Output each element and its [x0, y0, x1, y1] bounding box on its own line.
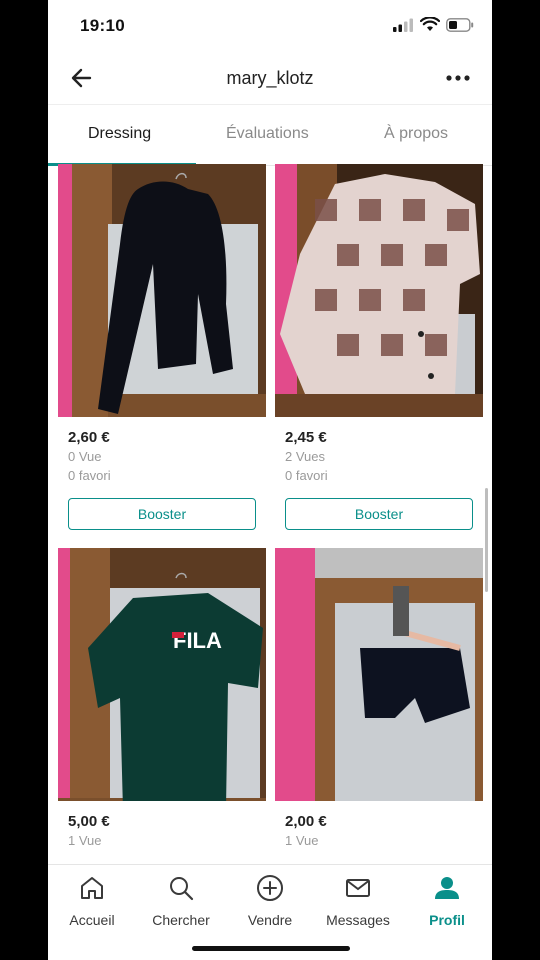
- nav-vendre[interactable]: Vendre: [226, 873, 314, 928]
- item-photo[interactable]: [275, 164, 483, 417]
- nav-chercher[interactable]: Chercher: [137, 873, 225, 928]
- username-title: mary_klotz: [226, 68, 314, 88]
- item-views: 0 Vue: [68, 449, 102, 464]
- battery-icon: [446, 17, 474, 32]
- booster-button[interactable]: Booster: [68, 498, 256, 530]
- item-card[interactable]: 2,45 € 2 Vues 0 favori Booster: [275, 164, 483, 530]
- tab-dressing[interactable]: Dressing: [88, 125, 151, 143]
- scrollbar[interactable]: [485, 488, 488, 592]
- item-photo[interactable]: FILA: [58, 548, 266, 801]
- item-price: 2,60 €: [68, 429, 110, 446]
- mail-icon: [346, 879, 370, 897]
- signal-icon: [393, 18, 413, 32]
- fila-logo-text: FILA: [173, 628, 222, 653]
- nav-label: Accueil: [69, 912, 115, 928]
- dressing-grid: 2,60 € 0 Vue 0 favori Booster 2,45 € 2 V…: [48, 164, 492, 864]
- item-photo[interactable]: [58, 164, 266, 417]
- item-price: 5,00 €: [68, 813, 110, 830]
- item-favorites: 0 favori: [68, 468, 111, 483]
- status-bar: 19:10: [48, 0, 492, 52]
- item-price: 2,45 €: [285, 429, 327, 446]
- status-time: 19:10: [80, 16, 125, 35]
- profile-header: mary_klotz: [48, 52, 492, 104]
- search-icon: [170, 877, 194, 901]
- item-price: 2,00 €: [285, 813, 327, 830]
- home-icon: [81, 877, 103, 899]
- person-icon: [435, 877, 459, 899]
- profile-tabs: Dressing Évaluations À propos: [48, 104, 492, 166]
- nav-label: Chercher: [152, 912, 210, 928]
- nav-label: Profil: [429, 912, 465, 928]
- item-favorites: 0 favori: [285, 468, 328, 483]
- booster-button[interactable]: Booster: [285, 498, 473, 530]
- tab-a-propos[interactable]: À propos: [384, 125, 448, 143]
- status-icons: [392, 17, 474, 32]
- item-photo[interactable]: [275, 548, 483, 801]
- more-options-icon[interactable]: [444, 64, 472, 92]
- item-views: 1 Vue: [285, 833, 319, 848]
- item-views: 1 Vue: [68, 833, 102, 848]
- item-photo-image: [275, 548, 483, 801]
- item-photo-image: [275, 164, 483, 417]
- phone-screen: 19:10 mary_klotz Dressing Évaluations À …: [48, 0, 492, 960]
- nav-profil[interactable]: Profil: [403, 873, 491, 928]
- item-card[interactable]: 2,60 € 0 Vue 0 favori Booster: [58, 164, 266, 530]
- item-card[interactable]: FILA 5,00 € 1 Vue: [58, 548, 266, 849]
- item-card[interactable]: 2,00 € 1 Vue: [275, 548, 483, 849]
- wifi-icon: [420, 17, 440, 31]
- plus-circle-icon: [257, 875, 283, 901]
- item-photo-image: FILA: [58, 548, 266, 801]
- nav-accueil[interactable]: Accueil: [48, 873, 136, 928]
- item-photo-image: [58, 164, 266, 417]
- home-indicator: [192, 946, 350, 951]
- tab-evaluations[interactable]: Évaluations: [226, 125, 309, 143]
- nav-messages[interactable]: Messages: [314, 873, 402, 928]
- nav-label: Vendre: [247, 912, 293, 928]
- item-views: 2 Vues: [285, 449, 325, 464]
- bottom-navigation: Accueil Chercher Vendre Messages Profil: [48, 864, 492, 960]
- nav-label: Messages: [326, 912, 390, 928]
